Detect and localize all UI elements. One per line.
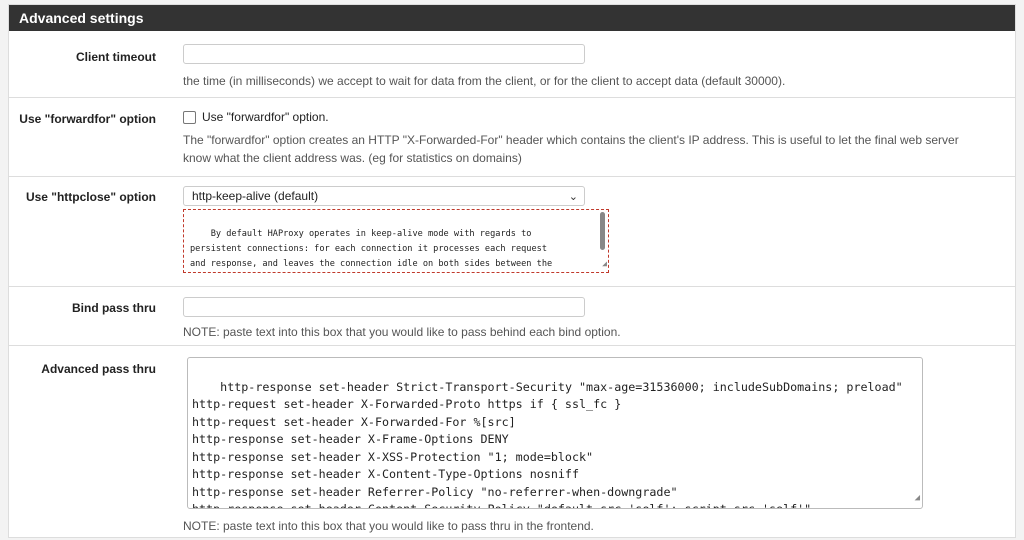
forwardfor-checkbox-wrap[interactable]: Use "forwardfor" option. xyxy=(183,110,329,124)
client-timeout-help: the time (in milliseconds) we accept to … xyxy=(183,74,786,88)
bind-pass-thru-help: NOTE: paste text into this box that you … xyxy=(183,325,621,339)
advanced-settings-panel: Advanced settings Client timeout the tim… xyxy=(8,4,1016,538)
resize-grip-icon[interactable]: ◢ xyxy=(915,490,920,508)
advanced-pass-thru-help: NOTE: paste text into this box that you … xyxy=(183,519,594,533)
panel-title: Advanced settings xyxy=(9,5,1015,31)
client-timeout-label: Client timeout xyxy=(76,50,156,64)
chevron-down-icon: ⌄ xyxy=(568,191,578,203)
forwardfor-row: Use "forwardfor" option Use "forwardfor"… xyxy=(9,98,1015,177)
client-timeout-input[interactable] xyxy=(183,44,585,64)
httpclose-select[interactable]: http-keep-alive (default) ⌄ xyxy=(183,186,585,206)
advanced-pass-thru-text: http-response set-header Strict-Transpor… xyxy=(192,379,903,509)
description-scrollbar[interactable] xyxy=(600,212,605,250)
client-timeout-row: Client timeout the time (in milliseconds… xyxy=(9,31,1015,98)
forwardfor-help-line2: know what the client address was. (eg fo… xyxy=(183,151,522,165)
forwardfor-checkbox[interactable] xyxy=(183,110,196,124)
advanced-pass-thru-label: Advanced pass thru xyxy=(41,362,156,376)
resize-grip-icon[interactable]: ◢ xyxy=(602,256,607,271)
httpclose-selected-value: http-keep-alive (default) xyxy=(192,189,319,203)
bind-pass-thru-label: Bind pass thru xyxy=(71,301,156,315)
advanced-pass-thru-textarea[interactable]: http-response set-header Strict-Transpor… xyxy=(187,357,923,509)
forwardfor-help-line1: The "forwardfor" option creates an HTTP … xyxy=(183,133,959,147)
httpclose-description[interactable]: By default HAProxy operates in keep-aliv… xyxy=(183,209,609,273)
httpclose-description-text: By default HAProxy operates in keep-aliv… xyxy=(190,229,553,269)
bind-pass-thru-row: Bind pass thru NOTE: paste text into thi… xyxy=(9,287,1015,346)
bind-pass-thru-input[interactable] xyxy=(183,297,585,317)
httpclose-label: Use "httpclose" option xyxy=(25,190,156,204)
forwardfor-checkbox-label[interactable]: Use "forwardfor" option. xyxy=(202,110,329,124)
forwardfor-label: Use "forwardfor" option xyxy=(19,112,156,126)
